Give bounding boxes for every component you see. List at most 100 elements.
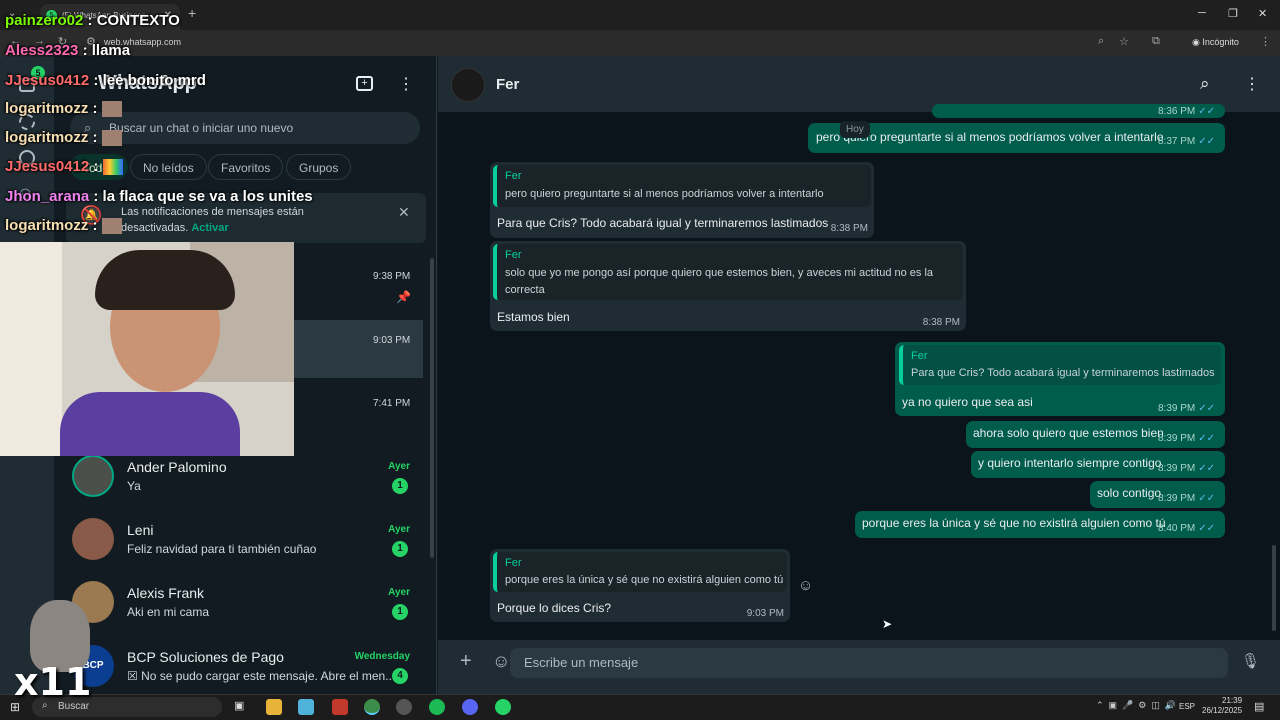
webcam-wall bbox=[0, 242, 62, 456]
quoted-text: pero quiero preguntarte si al menos podr… bbox=[505, 188, 824, 200]
message-time: 8:38 PM bbox=[922, 317, 960, 328]
search-in-chat-icon[interactable]: ⌕ bbox=[1200, 74, 1210, 94]
overlay-emote bbox=[101, 218, 122, 235]
overlay-emote bbox=[101, 130, 122, 147]
filter-groups[interactable]: Grupos bbox=[286, 154, 352, 180]
chat-name: Ander Palomino bbox=[127, 459, 227, 475]
message-bubble-outgoing[interactable]: solo contigo 8:39 PM ✓✓ bbox=[1090, 481, 1225, 508]
notifications-banner-text: Las notificaciones de mensajes están des… bbox=[121, 204, 361, 236]
notepad-icon[interactable] bbox=[298, 699, 314, 715]
emoji-sticker-icon[interactable]: ☺ bbox=[492, 651, 510, 672]
file-explorer-icon[interactable] bbox=[266, 699, 282, 715]
incognito-indicator[interactable]: ◉ Incógnito bbox=[1192, 37, 1239, 48]
search-input[interactable]: Buscar un chat o iniciar uno nuevo bbox=[109, 121, 293, 135]
chat-row-leni[interactable]: Leni Feliz navidad para ti también cuñao… bbox=[66, 514, 422, 576]
chat-preview: Ya bbox=[127, 479, 141, 493]
filter-favorites[interactable]: Favoritos bbox=[208, 154, 284, 180]
incognito-label: Incógnito bbox=[1202, 37, 1239, 47]
overlay-username: logaritmozz bbox=[5, 100, 89, 117]
whatsapp-taskbar-icon[interactable] bbox=[495, 699, 511, 715]
overlay-username: Jhon_arana bbox=[5, 188, 90, 205]
chat-preview: ☒ No se pudo cargar este mensaje. Abre e… bbox=[127, 669, 395, 683]
bookmark-star-icon[interactable]: ☆ bbox=[1119, 35, 1129, 48]
message-bubble-incoming[interactable]: Fer solo que yo me pongo así porque quie… bbox=[490, 241, 966, 331]
overlay-chat-line: JJesus0412 : lee bonito mrd bbox=[5, 72, 206, 89]
close-window-icon[interactable]: ✕ bbox=[1258, 7, 1267, 20]
message-bubble-incoming[interactable]: Fer porque eres la única y sé que no exi… bbox=[490, 549, 790, 622]
quoted-message[interactable]: Fer porque eres la única y sé que no exi… bbox=[493, 552, 787, 592]
restore-icon[interactable]: ❐ bbox=[1228, 7, 1238, 20]
notifications-center-icon[interactable]: ▤ bbox=[1254, 700, 1264, 713]
message-time-text: 8:39 PM bbox=[1157, 463, 1196, 474]
new-tab-button[interactable]: + bbox=[188, 5, 196, 21]
chat-row-ander-palomino[interactable]: Ander Palomino Ya Ayer 1 bbox=[66, 451, 422, 513]
overlay-emote bbox=[102, 159, 123, 176]
contact-avatar[interactable] bbox=[451, 68, 485, 102]
incognito-icon: ◉ bbox=[1192, 37, 1203, 47]
quoted-author: Fer bbox=[505, 557, 522, 569]
discord-icon[interactable] bbox=[462, 699, 478, 715]
overlay-chat-line: logaritmozz : bbox=[5, 100, 122, 118]
message-time: 8:39 PM ✓✓ bbox=[1158, 433, 1215, 444]
obs-icon[interactable] bbox=[396, 699, 412, 715]
message-time: 9:03 PM bbox=[746, 608, 784, 619]
microphone-icon[interactable]: 🎙 bbox=[1241, 652, 1260, 670]
activate-notifications-link[interactable]: Activar bbox=[191, 222, 228, 234]
task-view-icon[interactable]: ▣ bbox=[234, 699, 250, 715]
message-time-text: 8:39 PM bbox=[1157, 403, 1196, 414]
message-text: Porque lo dices Cris? bbox=[497, 601, 612, 615]
react-emoji-icon[interactable]: ☺ bbox=[798, 577, 813, 594]
message-bubble-outgoing[interactable]: y quiero intentarlo siempre contigo 8:39… bbox=[971, 451, 1225, 478]
zoom-icon[interactable]: ⌕ bbox=[1098, 35, 1104, 48]
clock[interactable]: 21:39 26/12/2025 bbox=[1202, 696, 1242, 716]
webcam-overlay bbox=[0, 242, 294, 456]
message-input[interactable]: Escribe un mensaje bbox=[524, 655, 638, 670]
chat-list-scrollbar[interactable] bbox=[430, 258, 434, 558]
message-bubble-outgoing[interactable]: Fer Para que Cris? Todo acabará igual y … bbox=[895, 342, 1225, 416]
message-time-text: 8:39 PM bbox=[1157, 493, 1196, 504]
quoted-message[interactable]: Fer solo que yo me pongo así porque quie… bbox=[493, 244, 963, 300]
unread-badge: 1 bbox=[392, 541, 408, 557]
chat-time: Ayer bbox=[388, 587, 410, 598]
spotify-icon[interactable] bbox=[429, 699, 445, 715]
system-tray-icons[interactable]: ⌃▣🎤⚙◫🔊 bbox=[1096, 700, 1181, 711]
quoted-message[interactable]: Fer Para que Cris? Todo acabará igual y … bbox=[899, 345, 1221, 385]
message-bubble-outgoing[interactable]: ahora solo quiero que estemos bien 8:39 … bbox=[966, 421, 1225, 448]
selected-chat-highlight[interactable] bbox=[294, 320, 423, 378]
chrome-icon[interactable] bbox=[364, 699, 380, 715]
close-banner-icon[interactable]: ✕ bbox=[398, 204, 410, 221]
filter-unread[interactable]: No leídos bbox=[130, 154, 207, 180]
chat-row-bcp[interactable]: BCP BCP Soluciones de Pago ☒ No se pudo … bbox=[66, 641, 422, 693]
message-bubble-incoming[interactable]: Fer pero quiero preguntarte si al menos … bbox=[490, 162, 874, 238]
overlay-emote bbox=[101, 101, 122, 118]
language-indicator[interactable]: ESP bbox=[1179, 702, 1195, 711]
new-chat-icon[interactable]: + bbox=[356, 76, 373, 91]
read-receipt-icon: ✓✓ bbox=[1198, 433, 1215, 444]
message-time-text: 8:40 PM bbox=[1157, 523, 1196, 534]
chat-time: 9:03 PM bbox=[373, 335, 411, 346]
unread-badge: 1 bbox=[392, 478, 408, 494]
minimize-icon[interactable]: ─ bbox=[1198, 7, 1206, 19]
quoted-message[interactable]: Fer pero quiero preguntarte si al menos … bbox=[493, 165, 871, 207]
message-time: 8:39 PM ✓✓ bbox=[1158, 403, 1215, 414]
chat-row-alexis-frank[interactable]: Alexis Frank Aki en mi cama Ayer 1 bbox=[66, 577, 422, 639]
app-icon[interactable] bbox=[332, 699, 348, 715]
emote-combo-counter: x11 bbox=[14, 660, 92, 704]
message-scrollbar[interactable] bbox=[1272, 545, 1276, 631]
contact-name[interactable]: Fer bbox=[496, 76, 519, 93]
quoted-text: solo que yo me pongo así porque quiero q… bbox=[505, 267, 934, 296]
menu-icon[interactable]: ⋮ bbox=[398, 74, 414, 94]
overlay-chat-line: Jhon_arana : la flaca que se va a los un… bbox=[5, 188, 313, 205]
message-bubble-outgoing[interactable]: porque eres la única y sé que no existir… bbox=[855, 511, 1225, 538]
overlay-username: JJesus0412 bbox=[5, 72, 90, 89]
overlay-message: la flaca que se va a los unites bbox=[102, 188, 313, 205]
attach-plus-icon[interactable]: + bbox=[460, 650, 472, 673]
message-bubble-outgoing[interactable]: pero quiero preguntarte si al menos podr… bbox=[808, 123, 1225, 153]
browser-menu-icon[interactable]: ⋮ bbox=[1260, 35, 1271, 48]
chat-menu-icon[interactable]: ⋮ bbox=[1244, 74, 1260, 94]
read-receipt-icon: ✓✓ bbox=[1198, 493, 1215, 504]
message-text: Para que Cris? Todo acabará igual y term… bbox=[497, 216, 829, 230]
avatar bbox=[72, 455, 114, 497]
extensions-icon[interactable]: ⧉ bbox=[1152, 35, 1160, 48]
mouse-cursor: ➤ bbox=[882, 617, 893, 631]
